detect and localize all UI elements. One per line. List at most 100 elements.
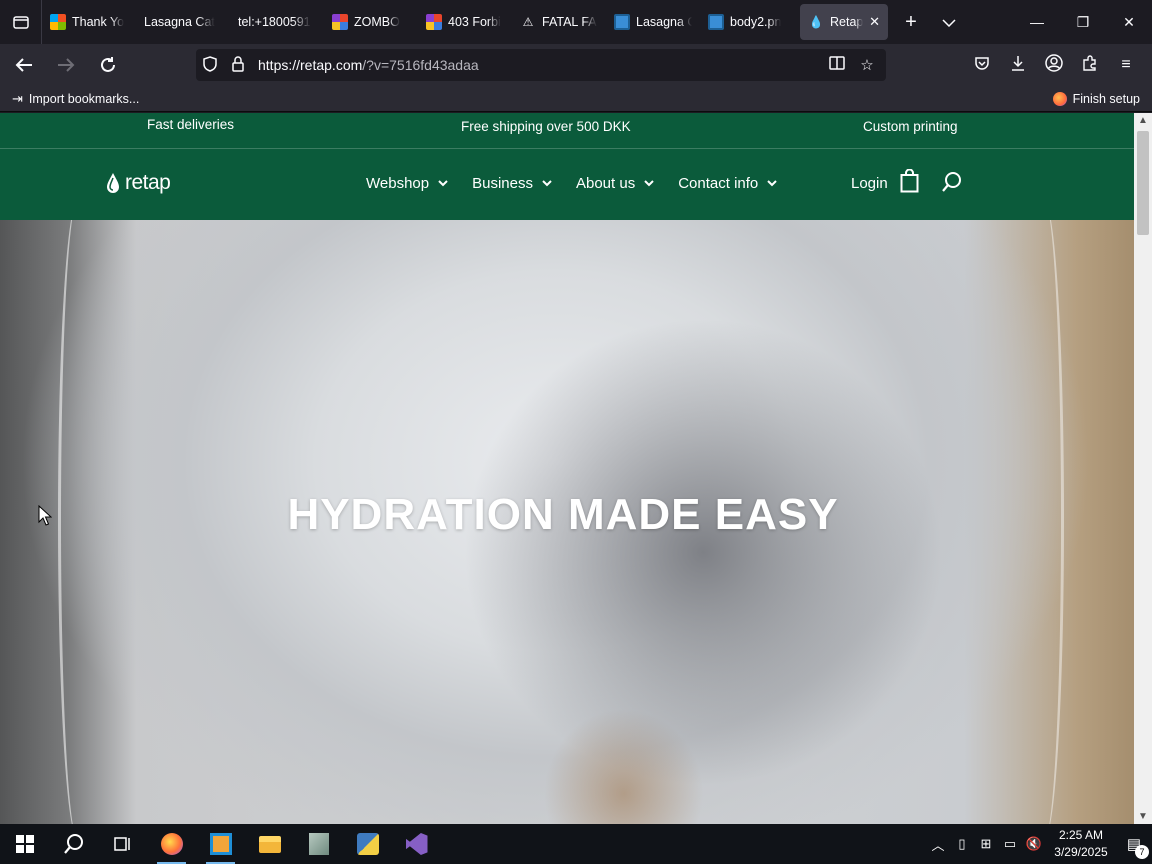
browser-window: Thank Yo Lasagna Cat tel:+1800591 ZOMBO … [0, 0, 1152, 824]
water-drop-icon [107, 173, 119, 193]
scroll-down-arrow-icon[interactable]: ▼ [1134, 811, 1152, 822]
finish-setup-label: Finish setup [1072, 91, 1140, 106]
downloads-icon[interactable] [1000, 55, 1036, 76]
hamburger-menu-icon[interactable]: ≡ [1108, 56, 1144, 74]
chevron-down-icon [942, 18, 956, 27]
import-bookmarks-button[interactable]: ⇥ Import bookmarks... [12, 91, 139, 107]
new-tab-button[interactable]: + [892, 11, 930, 34]
windows-taskbar: ︿ ▯ ⊞ ▭ 🔇 2:25 AM 3/29/2025 ▤ 7 [0, 824, 1152, 864]
window-controls: — ❐ ✕ [1014, 0, 1152, 44]
tab-2[interactable]: tel:+1800591 [230, 4, 324, 40]
show-hidden-icons-icon[interactable]: ︿ [926, 835, 950, 854]
bookmark-star-icon[interactable]: ☆ [854, 56, 880, 74]
back-button[interactable] [6, 49, 42, 81]
tab-label: Retap [830, 15, 864, 29]
hero-banner: HYDRATION MADE EASY [0, 220, 1134, 824]
account-icon[interactable] [1036, 53, 1072, 77]
fatal-icon: ⚠ [522, 15, 534, 29]
tracking-protection-shield-icon[interactable] [196, 55, 224, 75]
taskbar-firefox[interactable] [147, 824, 196, 864]
tab-3[interactable]: ZOMBO [324, 4, 418, 40]
reload-button[interactable] [90, 49, 126, 81]
url-text[interactable]: https://retap.com/?v=7516fd43adaa [258, 57, 479, 73]
menu-webshop[interactable]: Webshop [366, 175, 448, 192]
menu-about-us[interactable]: About us [576, 175, 654, 192]
tab-active[interactable]: 💧 Retap ✕ [800, 4, 888, 40]
reader-view-icon[interactable] [824, 56, 850, 74]
menu-label: Contact info [678, 175, 759, 192]
tab-5[interactable]: ⚠ FATAL FA [512, 4, 606, 40]
task-view-icon [113, 837, 130, 851]
firefox-view-button[interactable] [0, 0, 42, 44]
restore-button[interactable]: ❐ [1060, 0, 1106, 44]
minimize-button[interactable]: — [1014, 0, 1060, 44]
taskbar-file-explorer[interactable] [245, 824, 294, 864]
action-center-button[interactable]: ▤ 7 [1116, 835, 1152, 859]
tab-label: Lasagna Cat [144, 15, 215, 29]
scroll-up-arrow-icon[interactable]: ▲ [1134, 115, 1152, 126]
reload-icon [101, 57, 115, 72]
page-scrollbar[interactable]: ▲ ▼ [1134, 113, 1152, 824]
menu-contact-info[interactable]: Contact info [678, 175, 777, 192]
image-icon [708, 14, 724, 30]
search-icon[interactable] [941, 171, 963, 193]
forward-button[interactable] [48, 49, 84, 81]
topbar-fast-deliveries: Fast deliveries [147, 117, 235, 132]
hero-title: HYDRATION MADE EASY [287, 490, 839, 539]
logo-text: retap [125, 171, 171, 194]
site-announcement-bar: Fast deliveries Free shipping over 500 D… [0, 113, 1134, 149]
login-link[interactable]: Login [851, 175, 888, 192]
finish-setup-button[interactable]: Finish setup [1052, 91, 1140, 106]
list-all-tabs-button[interactable] [930, 15, 968, 30]
back-arrow-icon [15, 58, 32, 72]
tab-label: Thank Yo [72, 15, 125, 29]
task-view-button[interactable] [98, 824, 147, 864]
bookmarks-toolbar: ⇥ Import bookmarks... Finish setup [0, 86, 1152, 112]
main-menu: Webshop Business About us Contact info [366, 175, 777, 192]
firefox-view-icon [12, 16, 29, 29]
tab-label: ZOMBO [354, 15, 400, 29]
close-tab-icon[interactable]: ✕ [869, 14, 880, 30]
menu-business[interactable]: Business [472, 175, 552, 192]
clock-date: 3/29/2025 [1054, 845, 1108, 859]
firefox-logo-icon [1052, 91, 1067, 106]
taskbar-visual-studio[interactable] [392, 824, 441, 864]
security-icon[interactable]: ⊞ [974, 836, 998, 852]
network-icon[interactable]: ▭ [998, 836, 1022, 852]
tab-6[interactable]: Lasagna C [606, 4, 700, 40]
menu-label: About us [575, 175, 636, 192]
tab-4[interactable]: 403 Forbi [418, 4, 512, 40]
taskbar-search-button[interactable] [49, 824, 98, 864]
chevron-down-icon [542, 180, 552, 187]
lock-icon[interactable] [224, 55, 252, 75]
extensions-icon[interactable] [1072, 54, 1108, 76]
topbar-free-shipping: Free shipping over 500 DKK [461, 119, 631, 134]
scrollbar-thumb[interactable] [1137, 131, 1149, 235]
taskbar-notepad[interactable] [294, 824, 343, 864]
tab-7[interactable]: body2.pn [700, 4, 794, 40]
device-icon[interactable]: ▯ [950, 836, 974, 852]
taskbar-python[interactable] [343, 824, 392, 864]
firefox-icon [160, 833, 183, 855]
shopping-bag-icon[interactable] [900, 169, 919, 193]
tab-label: tel:+1800591 [238, 15, 311, 29]
taskbar-clock[interactable]: 2:25 AM 3/29/2025 [1046, 827, 1116, 861]
tab-strip: Thank Yo Lasagna Cat tel:+1800591 ZOMBO … [0, 0, 1152, 44]
taskbar-app[interactable] [196, 824, 245, 864]
close-window-button[interactable]: ✕ [1106, 0, 1152, 44]
search-icon [63, 834, 83, 854]
system-tray: ︿ ▯ ⊞ ▭ 🔇 2:25 AM 3/29/2025 ▤ 7 [926, 824, 1152, 864]
tab-label: body2.pn [730, 15, 782, 29]
site-logo[interactable]: retap [106, 171, 171, 195]
url-host: https://retap.com [258, 57, 363, 73]
pocket-icon[interactable] [964, 55, 1000, 76]
retap-icon: 💧 [808, 15, 824, 29]
tab-1[interactable]: Lasagna Cat [136, 4, 230, 40]
tab-0[interactable]: Thank Yo [42, 4, 136, 40]
start-button[interactable] [0, 824, 49, 864]
address-bar[interactable]: https://retap.com/?v=7516fd43adaa ☆ [196, 49, 886, 81]
import-bookmarks-label: Import bookmarks... [28, 91, 140, 106]
mouse-pointer-icon [38, 505, 52, 526]
url-path: /?v=7516fd43adaa [362, 57, 479, 73]
volume-muted-icon[interactable]: 🔇 [1022, 836, 1046, 852]
